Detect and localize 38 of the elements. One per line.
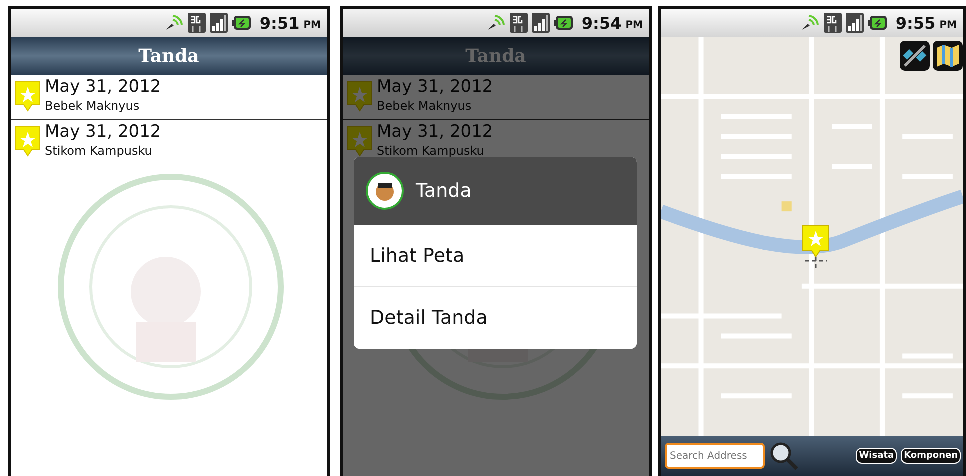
battery-icon (868, 15, 888, 31)
screen-title: Tanda (138, 46, 200, 66)
item-name: Bebek Maknyus (377, 98, 473, 114)
signal-bars-icon (532, 13, 550, 33)
app-logo-icon (366, 172, 404, 210)
star-marker-icon (801, 225, 831, 271)
clock-period: PM (626, 20, 643, 30)
item-date: May 31, 2012 (377, 122, 494, 143)
list-item[interactable]: May 31, 2012 Bebek Maknyus (343, 75, 649, 120)
item-date: May 31, 2012 (377, 77, 494, 98)
network-3g-icon (188, 13, 206, 33)
network-3g-icon (510, 13, 528, 33)
clock-period: PM (304, 20, 321, 30)
battery-icon (554, 15, 574, 31)
search-address-field[interactable]: Search Address (665, 443, 765, 469)
item-name: Stikom Kampusku (45, 143, 154, 159)
signal-bars-icon (846, 13, 864, 33)
list-item[interactable]: May 31, 2012 Stikom Kampusku (343, 120, 649, 164)
map-view-button[interactable] (933, 41, 963, 71)
signal-bars-icon (210, 13, 228, 33)
network-3g-icon (824, 13, 842, 33)
list-item[interactable]: May 31, 2012 Stikom Kampusku (11, 120, 327, 164)
clock-time: 9:51 (260, 14, 300, 32)
battery-icon (232, 15, 252, 31)
category-button[interactable]: Wisata (856, 448, 898, 464)
search-icon[interactable] (769, 441, 799, 471)
clock-time: 9:55 (896, 14, 936, 32)
list-item[interactable]: May 31, 2012 Bebek Maknyus (11, 75, 327, 120)
item-date: May 31, 2012 (45, 122, 162, 143)
category-button[interactable]: Komponen (901, 448, 961, 464)
item-name: Bebek Maknyus (45, 98, 141, 114)
screen-title: Tanda (466, 46, 526, 66)
satellite-view-button[interactable] (900, 41, 930, 71)
dialog-title: Tanda (416, 180, 472, 202)
item-date: May 31, 2012 (45, 77, 162, 98)
clock-time: 9:54 (582, 14, 622, 32)
clock-period: PM (940, 20, 957, 30)
item-name: Stikom Kampusku (377, 143, 486, 159)
